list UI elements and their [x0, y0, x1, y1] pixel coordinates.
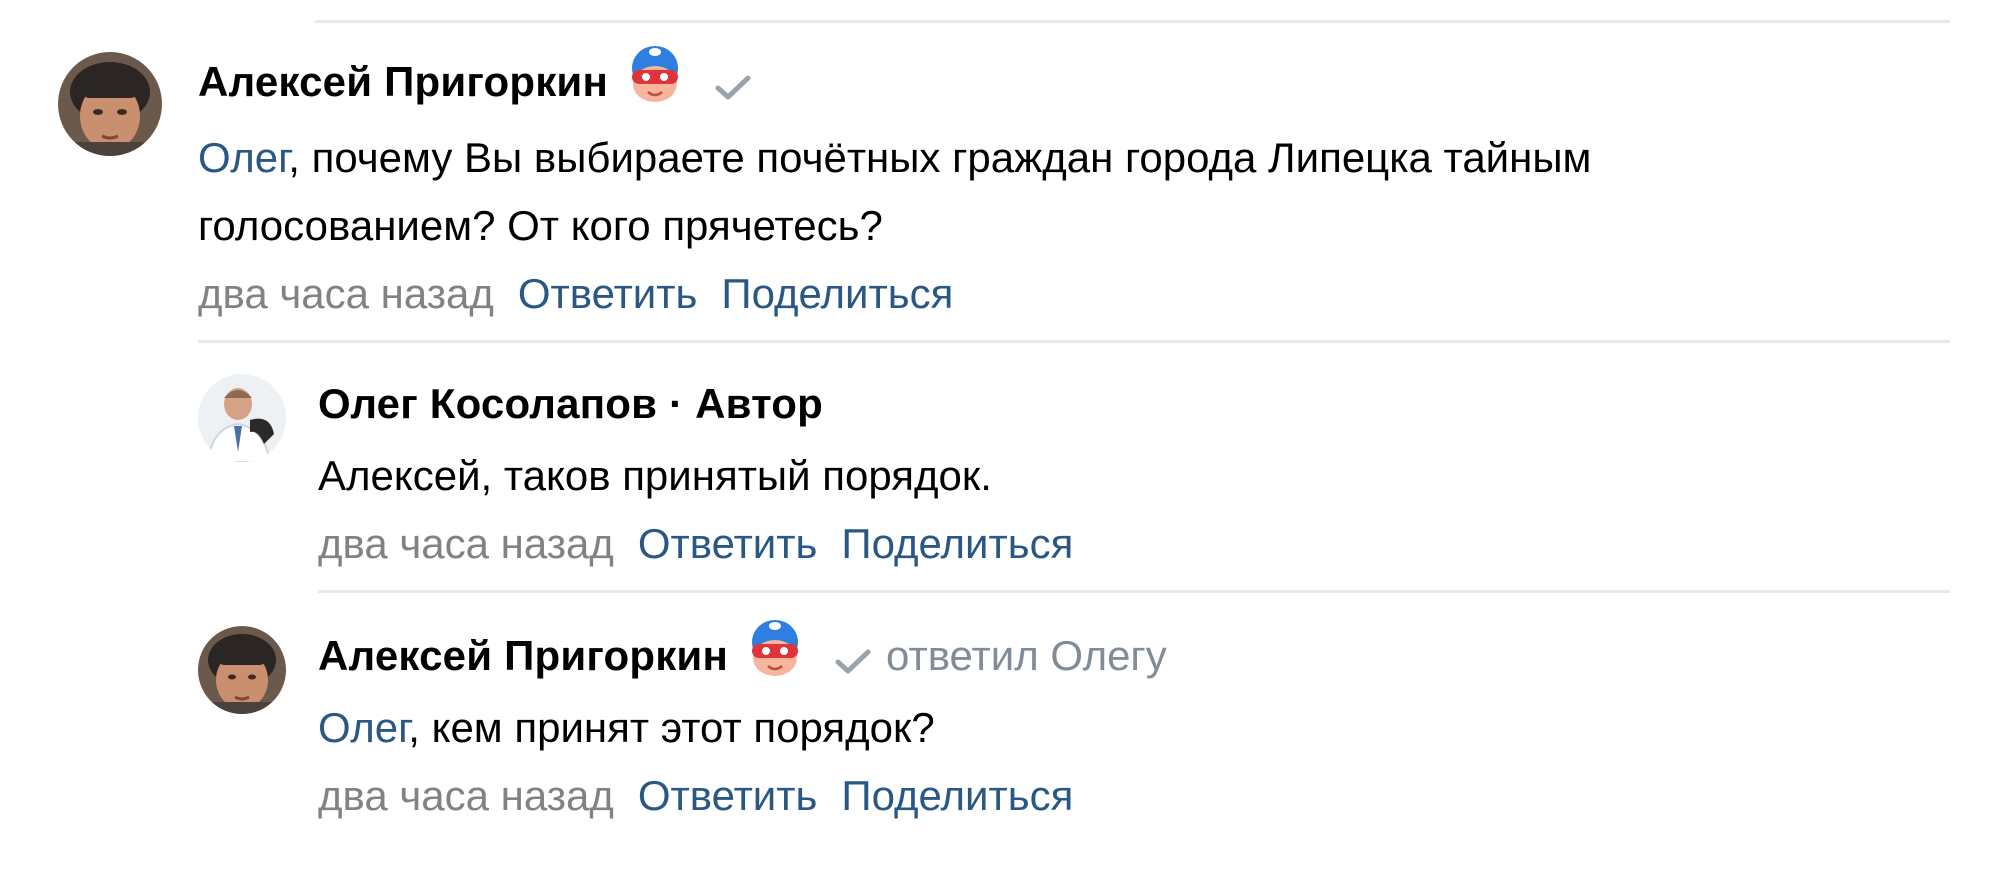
comment-actions: два часа назад Ответить Поделиться: [318, 766, 1167, 826]
author-name[interactable]: Олег Косолапов · Автор: [318, 380, 823, 428]
comment-actions: два часа назад Ответить Поделиться: [198, 264, 1591, 324]
divider: [318, 590, 1950, 593]
share-button[interactable]: Поделиться: [841, 520, 1073, 567]
comment-header: Алексей Пригоркин ответил Олегу: [318, 620, 1167, 684]
comment-text: Олег, почему Вы выбираете почётных гражд…: [198, 124, 1591, 192]
share-button[interactable]: Поделиться: [841, 772, 1073, 819]
divider: [198, 340, 1950, 343]
comment-text: Алексей, таков принятый порядок.: [318, 452, 992, 499]
avatar-photo: [198, 626, 286, 714]
timestamp[interactable]: два часа назад: [198, 270, 494, 317]
avatar[interactable]: [198, 626, 286, 714]
reply-button[interactable]: Ответить: [638, 772, 818, 819]
comment-header: Олег Косолапов · Автор: [318, 376, 1073, 432]
avatar-photo: [58, 52, 162, 156]
reply-to-link[interactable]: ответил Олегу: [886, 632, 1167, 680]
superhero-mask-icon: [746, 618, 804, 682]
superhero-mask-icon: [626, 44, 684, 108]
avatar-photo: [198, 374, 286, 462]
comment-text: Олег, кем принят этот порядок?: [318, 694, 1167, 762]
author-name[interactable]: Алексей Пригоркин: [198, 58, 608, 106]
mention-link[interactable]: Олег: [318, 704, 408, 751]
comment-text-line2: голосованием? От кого прячетесь?: [198, 202, 883, 249]
timestamp[interactable]: два часа назад: [318, 772, 614, 819]
avatar[interactable]: [58, 52, 162, 156]
share-button[interactable]: Поделиться: [721, 270, 953, 317]
comment-text-body: , кем принят этот порядок?: [408, 704, 935, 751]
author-name[interactable]: Алексей Пригоркин: [318, 632, 728, 680]
checkmark-icon: [714, 73, 752, 103]
mention-link[interactable]: Олег: [198, 134, 288, 181]
divider-top: [315, 20, 1950, 23]
reply-button[interactable]: Ответить: [638, 520, 818, 567]
checkmark-icon: [834, 647, 872, 677]
comment-header: Алексей Пригоркин: [198, 46, 1591, 110]
timestamp[interactable]: два часа назад: [318, 520, 614, 567]
comment-text-line1: , почему Вы выбираете почётных граждан г…: [288, 134, 1592, 181]
avatar[interactable]: [198, 374, 286, 462]
comment-actions: два часа назад Ответить Поделиться: [318, 514, 1073, 574]
reply-button[interactable]: Ответить: [518, 270, 698, 317]
